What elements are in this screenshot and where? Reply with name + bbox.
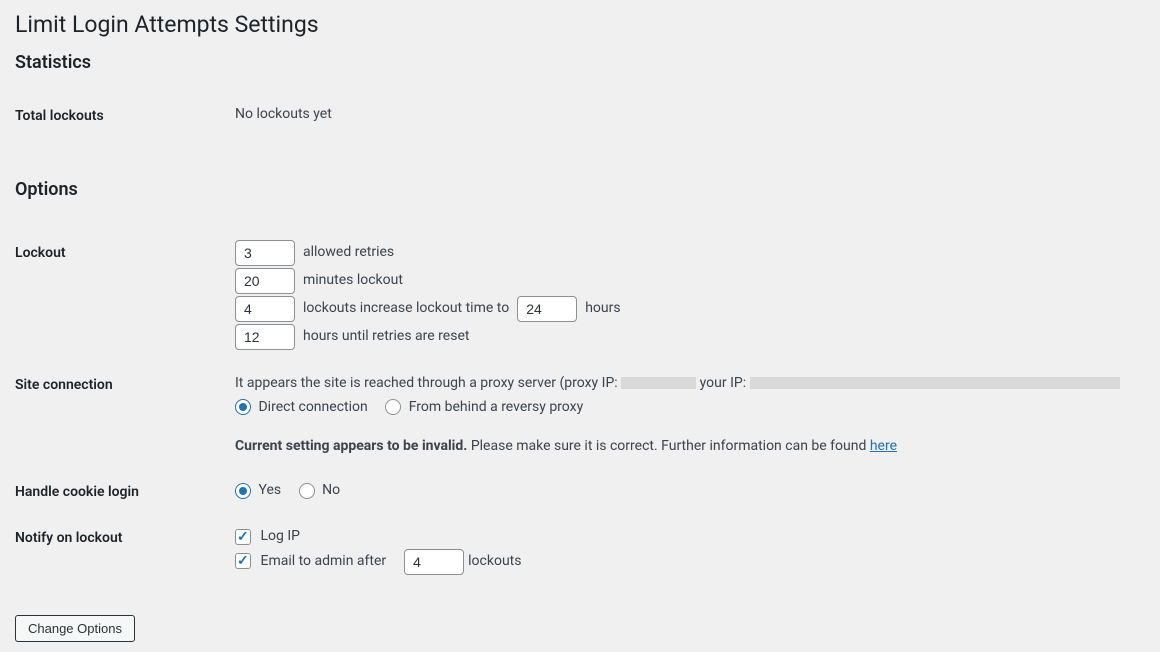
site-connection-row: Site connection It appears the site is r… xyxy=(15,362,1145,469)
proxy-connection-radio[interactable] xyxy=(385,399,401,415)
direct-connection-label[interactable]: Direct connection xyxy=(235,399,371,415)
proxy-ip-redacted xyxy=(621,377,696,389)
cookie-yes-label[interactable]: Yes xyxy=(235,482,285,498)
reset-hours-input[interactable] xyxy=(235,324,295,350)
notify-label: Notify on lockout xyxy=(15,515,235,585)
total-lockouts-label: Total lockouts xyxy=(15,93,235,139)
email-after-input[interactable] xyxy=(404,549,464,575)
minutes-lockout-text: minutes lockout xyxy=(303,269,403,293)
options-table: Lockout allowed retries minutes lockout … xyxy=(15,230,1145,585)
log-ip-checkbox[interactable] xyxy=(235,529,251,545)
here-link[interactable]: here xyxy=(870,438,897,454)
lockout-row: Lockout allowed retries minutes lockout … xyxy=(15,230,1145,362)
log-ip-label[interactable]: Log IP xyxy=(235,525,300,549)
site-connection-label: Site connection xyxy=(15,362,235,469)
notify-row: Notify on lockout Log IP Email to admin … xyxy=(15,515,1145,585)
lockouts-increase-input[interactable] xyxy=(235,296,295,322)
cookie-login-row: Handle cookie login Yes No xyxy=(15,469,1145,515)
cookie-no-radio[interactable] xyxy=(299,483,315,499)
change-options-button[interactable] xyxy=(15,615,135,642)
cookie-yes-radio[interactable] xyxy=(235,483,251,499)
lockouts-increase-text: lockouts increase lockout time to xyxy=(303,297,509,321)
proxy-connection-label[interactable]: From behind a reversy proxy xyxy=(385,399,583,415)
cookie-no-label[interactable]: No xyxy=(299,482,340,498)
cookie-login-label: Handle cookie login xyxy=(15,469,235,515)
email-admin-checkbox[interactable] xyxy=(235,553,251,569)
allowed-retries-text: allowed retries xyxy=(303,241,394,265)
email-suffix-text: lockouts xyxy=(468,550,521,574)
hours-input[interactable] xyxy=(517,296,577,322)
email-admin-label[interactable]: Email to admin after xyxy=(235,550,386,574)
total-lockouts-value: No lockouts yet xyxy=(235,93,1145,139)
your-ip-redacted xyxy=(750,377,1120,389)
page-title: Limit Login Attempts Settings xyxy=(15,10,1145,40)
hours-text: hours xyxy=(585,297,620,321)
allowed-retries-input[interactable] xyxy=(235,240,295,266)
direct-connection-radio[interactable] xyxy=(235,399,251,415)
proxy-info-text: It appears the site is reached through a… xyxy=(235,372,1135,396)
minutes-lockout-input[interactable] xyxy=(235,268,295,294)
statistics-heading: Statistics xyxy=(15,52,1145,73)
options-heading: Options xyxy=(15,179,1145,200)
reset-text: hours until retries are reset xyxy=(303,325,469,349)
invalid-setting-note: Current setting appears to be invalid. P… xyxy=(235,435,1135,459)
statistics-table: Total lockouts No lockouts yet xyxy=(15,93,1145,139)
lockout-label: Lockout xyxy=(15,230,235,362)
